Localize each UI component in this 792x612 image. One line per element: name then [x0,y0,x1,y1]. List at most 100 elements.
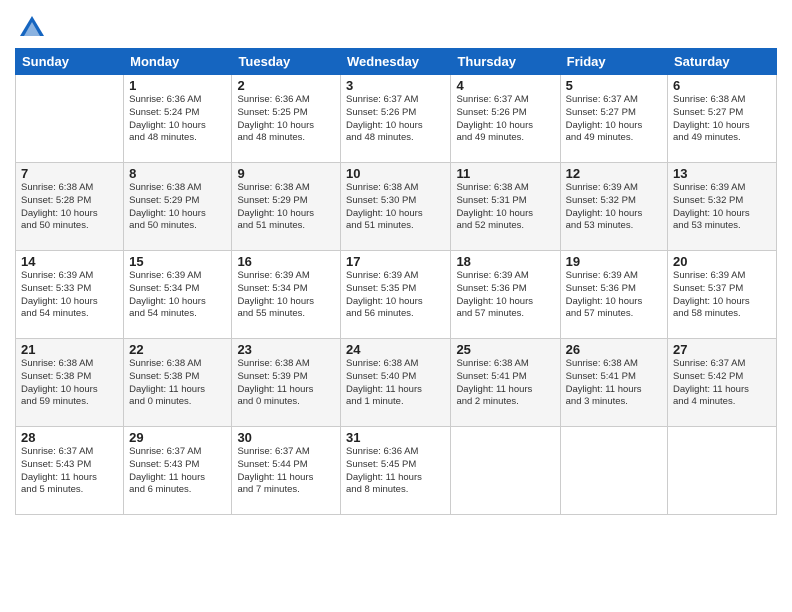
calendar-cell: 6Sunrise: 6:38 AM Sunset: 5:27 PM Daylig… [668,75,777,163]
day-number: 27 [673,342,771,357]
calendar-cell: 19Sunrise: 6:39 AM Sunset: 5:36 PM Dayli… [560,251,667,339]
day-info: Sunrise: 6:39 AM Sunset: 5:32 PM Dayligh… [673,182,771,233]
day-info: Sunrise: 6:37 AM Sunset: 5:26 PM Dayligh… [346,94,445,145]
day-info: Sunrise: 6:37 AM Sunset: 5:26 PM Dayligh… [456,94,554,145]
calendar-cell: 20Sunrise: 6:39 AM Sunset: 5:37 PM Dayli… [668,251,777,339]
calendar-week-3: 14Sunrise: 6:39 AM Sunset: 5:33 PM Dayli… [16,251,777,339]
calendar-cell: 11Sunrise: 6:38 AM Sunset: 5:31 PM Dayli… [451,163,560,251]
calendar-cell [16,75,124,163]
day-info: Sunrise: 6:39 AM Sunset: 5:36 PM Dayligh… [566,270,662,321]
day-number: 9 [237,166,335,181]
calendar-header-friday: Friday [560,49,667,75]
header [15,10,777,42]
day-info: Sunrise: 6:37 AM Sunset: 5:42 PM Dayligh… [673,358,771,409]
day-info: Sunrise: 6:39 AM Sunset: 5:35 PM Dayligh… [346,270,445,321]
day-info: Sunrise: 6:38 AM Sunset: 5:27 PM Dayligh… [673,94,771,145]
day-number: 16 [237,254,335,269]
day-info: Sunrise: 6:36 AM Sunset: 5:25 PM Dayligh… [237,94,335,145]
day-info: Sunrise: 6:38 AM Sunset: 5:28 PM Dayligh… [21,182,118,233]
day-number: 1 [129,78,226,93]
day-info: Sunrise: 6:36 AM Sunset: 5:24 PM Dayligh… [129,94,226,145]
day-number: 12 [566,166,662,181]
day-info: Sunrise: 6:38 AM Sunset: 5:39 PM Dayligh… [237,358,335,409]
calendar-week-4: 21Sunrise: 6:38 AM Sunset: 5:38 PM Dayli… [16,339,777,427]
day-number: 23 [237,342,335,357]
logo-text [15,14,46,42]
day-info: Sunrise: 6:39 AM Sunset: 5:37 PM Dayligh… [673,270,771,321]
calendar-cell: 17Sunrise: 6:39 AM Sunset: 5:35 PM Dayli… [341,251,451,339]
day-number: 22 [129,342,226,357]
day-number: 20 [673,254,771,269]
day-info: Sunrise: 6:39 AM Sunset: 5:34 PM Dayligh… [237,270,335,321]
logo-icon [18,14,46,42]
day-info: Sunrise: 6:38 AM Sunset: 5:31 PM Dayligh… [456,182,554,233]
calendar-cell: 16Sunrise: 6:39 AM Sunset: 5:34 PM Dayli… [232,251,341,339]
day-number: 11 [456,166,554,181]
calendar-cell: 13Sunrise: 6:39 AM Sunset: 5:32 PM Dayli… [668,163,777,251]
day-info: Sunrise: 6:38 AM Sunset: 5:41 PM Dayligh… [566,358,662,409]
calendar-cell: 5Sunrise: 6:37 AM Sunset: 5:27 PM Daylig… [560,75,667,163]
day-info: Sunrise: 6:39 AM Sunset: 5:32 PM Dayligh… [566,182,662,233]
calendar-table: SundayMondayTuesdayWednesdayThursdayFrid… [15,48,777,515]
day-info: Sunrise: 6:37 AM Sunset: 5:43 PM Dayligh… [129,446,226,497]
calendar-week-2: 7Sunrise: 6:38 AM Sunset: 5:28 PM Daylig… [16,163,777,251]
day-number: 18 [456,254,554,269]
calendar-header-row: SundayMondayTuesdayWednesdayThursdayFrid… [16,49,777,75]
day-number: 7 [21,166,118,181]
day-number: 4 [456,78,554,93]
day-info: Sunrise: 6:38 AM Sunset: 5:38 PM Dayligh… [129,358,226,409]
day-number: 10 [346,166,445,181]
calendar-header-tuesday: Tuesday [232,49,341,75]
calendar-cell: 26Sunrise: 6:38 AM Sunset: 5:41 PM Dayli… [560,339,667,427]
calendar-header-monday: Monday [124,49,232,75]
day-number: 28 [21,430,118,445]
calendar-cell: 23Sunrise: 6:38 AM Sunset: 5:39 PM Dayli… [232,339,341,427]
day-info: Sunrise: 6:38 AM Sunset: 5:41 PM Dayligh… [456,358,554,409]
day-info: Sunrise: 6:38 AM Sunset: 5:30 PM Dayligh… [346,182,445,233]
calendar-header-wednesday: Wednesday [341,49,451,75]
calendar-cell: 9Sunrise: 6:38 AM Sunset: 5:29 PM Daylig… [232,163,341,251]
day-number: 21 [21,342,118,357]
day-number: 29 [129,430,226,445]
day-number: 26 [566,342,662,357]
day-info: Sunrise: 6:39 AM Sunset: 5:34 PM Dayligh… [129,270,226,321]
calendar-cell [451,427,560,515]
day-info: Sunrise: 6:38 AM Sunset: 5:40 PM Dayligh… [346,358,445,409]
day-number: 5 [566,78,662,93]
day-number: 6 [673,78,771,93]
calendar-week-1: 1Sunrise: 6:36 AM Sunset: 5:24 PM Daylig… [16,75,777,163]
calendar-cell: 18Sunrise: 6:39 AM Sunset: 5:36 PM Dayli… [451,251,560,339]
calendar-cell: 22Sunrise: 6:38 AM Sunset: 5:38 PM Dayli… [124,339,232,427]
calendar-header-saturday: Saturday [668,49,777,75]
calendar-cell: 31Sunrise: 6:36 AM Sunset: 5:45 PM Dayli… [341,427,451,515]
day-number: 31 [346,430,445,445]
day-number: 3 [346,78,445,93]
calendar-cell: 14Sunrise: 6:39 AM Sunset: 5:33 PM Dayli… [16,251,124,339]
day-info: Sunrise: 6:39 AM Sunset: 5:36 PM Dayligh… [456,270,554,321]
day-info: Sunrise: 6:37 AM Sunset: 5:43 PM Dayligh… [21,446,118,497]
logo [15,14,46,42]
day-info: Sunrise: 6:38 AM Sunset: 5:38 PM Dayligh… [21,358,118,409]
calendar-cell: 30Sunrise: 6:37 AM Sunset: 5:44 PM Dayli… [232,427,341,515]
calendar-cell: 21Sunrise: 6:38 AM Sunset: 5:38 PM Dayli… [16,339,124,427]
calendar-cell: 28Sunrise: 6:37 AM Sunset: 5:43 PM Dayli… [16,427,124,515]
calendar-cell: 29Sunrise: 6:37 AM Sunset: 5:43 PM Dayli… [124,427,232,515]
day-number: 19 [566,254,662,269]
calendar-cell: 8Sunrise: 6:38 AM Sunset: 5:29 PM Daylig… [124,163,232,251]
calendar-header-sunday: Sunday [16,49,124,75]
day-number: 14 [21,254,118,269]
calendar-cell: 10Sunrise: 6:38 AM Sunset: 5:30 PM Dayli… [341,163,451,251]
day-info: Sunrise: 6:37 AM Sunset: 5:44 PM Dayligh… [237,446,335,497]
calendar-cell: 25Sunrise: 6:38 AM Sunset: 5:41 PM Dayli… [451,339,560,427]
calendar-cell: 12Sunrise: 6:39 AM Sunset: 5:32 PM Dayli… [560,163,667,251]
calendar-cell: 1Sunrise: 6:36 AM Sunset: 5:24 PM Daylig… [124,75,232,163]
calendar-cell: 4Sunrise: 6:37 AM Sunset: 5:26 PM Daylig… [451,75,560,163]
calendar-cell [560,427,667,515]
day-number: 13 [673,166,771,181]
day-info: Sunrise: 6:37 AM Sunset: 5:27 PM Dayligh… [566,94,662,145]
day-info: Sunrise: 6:39 AM Sunset: 5:33 PM Dayligh… [21,270,118,321]
calendar-cell: 2Sunrise: 6:36 AM Sunset: 5:25 PM Daylig… [232,75,341,163]
day-number: 30 [237,430,335,445]
day-number: 24 [346,342,445,357]
calendar-cell: 27Sunrise: 6:37 AM Sunset: 5:42 PM Dayli… [668,339,777,427]
